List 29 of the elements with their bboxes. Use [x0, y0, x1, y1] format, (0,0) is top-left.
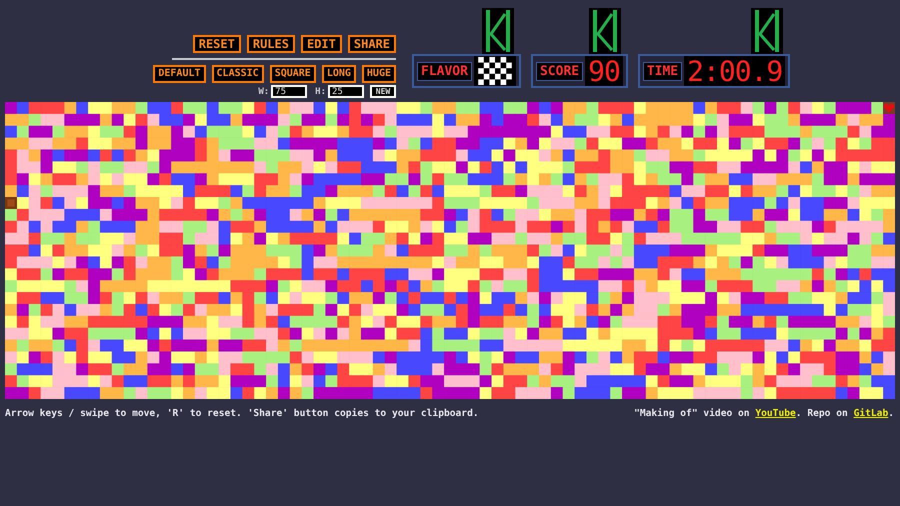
- menu-button[interactable]: EDIT: [300, 35, 342, 53]
- stat-value: 2:00.9: [687, 54, 782, 88]
- stat-label: TIME: [642, 62, 682, 80]
- credits-text: "Making of" video on YouTube. Repo on GitLab.: [634, 408, 894, 419]
- pillar-drawing: [482, 8, 514, 54]
- help-text: Arrow keys / swipe to move, 'R' to reset. 'Share' button copies to your clipboard.: [5, 408, 479, 419]
- size-preset-button[interactable]: SQUARE: [270, 65, 316, 83]
- size-preset-button[interactable]: LONG: [322, 65, 356, 83]
- width-field[interactable]: 75: [271, 85, 308, 98]
- pillar-drawing: [588, 8, 621, 54]
- stat-value: 90: [588, 54, 620, 88]
- size-preset-button[interactable]: DEFAULT: [153, 65, 206, 83]
- stat-label: SCORE: [536, 62, 584, 80]
- height-label: H:: [315, 86, 326, 96]
- menu-button[interactable]: RESET: [192, 35, 241, 53]
- checkered-flag-icon: [476, 57, 513, 85]
- heart-icon: [883, 102, 895, 114]
- new-button[interactable]: NEW: [370, 85, 396, 98]
- pillar-drawing: [751, 8, 784, 54]
- height-field[interactable]: 25: [328, 85, 364, 98]
- size-preset-button[interactable]: CLASSIC: [212, 65, 264, 83]
- credit-link[interactable]: YouTube: [755, 408, 796, 419]
- menu-button[interactable]: SHARE: [348, 35, 396, 53]
- player-icon: [5, 197, 17, 209]
- credit-link[interactable]: GitLab: [854, 408, 888, 419]
- size-preset-button[interactable]: HUGE: [362, 65, 396, 83]
- menu-button[interactable]: RULES: [246, 35, 295, 53]
- stat-label: FLAVOR: [417, 62, 472, 80]
- width-label: W:: [258, 86, 270, 96]
